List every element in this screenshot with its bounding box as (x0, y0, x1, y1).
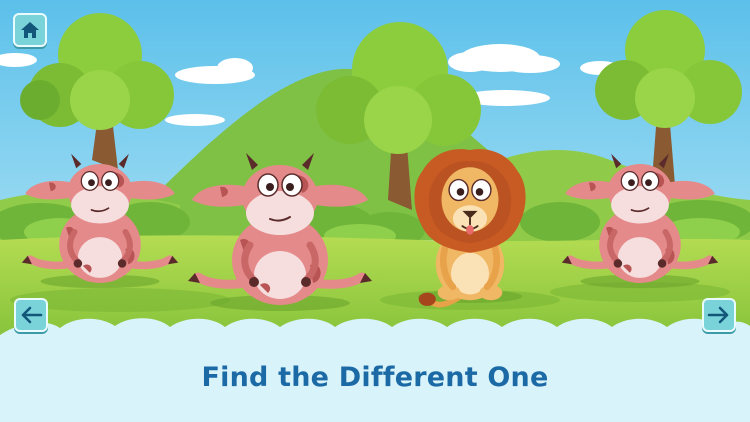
game-screen: Find the Different One (0, 0, 750, 422)
arrow-left-icon (21, 306, 43, 324)
instruction-text: Find the Different One (201, 362, 549, 393)
home-button[interactable] (13, 13, 47, 47)
arrow-right-icon (707, 306, 729, 324)
meadow-scene (0, 0, 750, 422)
home-icon (21, 22, 39, 38)
previous-button[interactable] (14, 298, 48, 332)
next-button[interactable] (702, 298, 736, 332)
